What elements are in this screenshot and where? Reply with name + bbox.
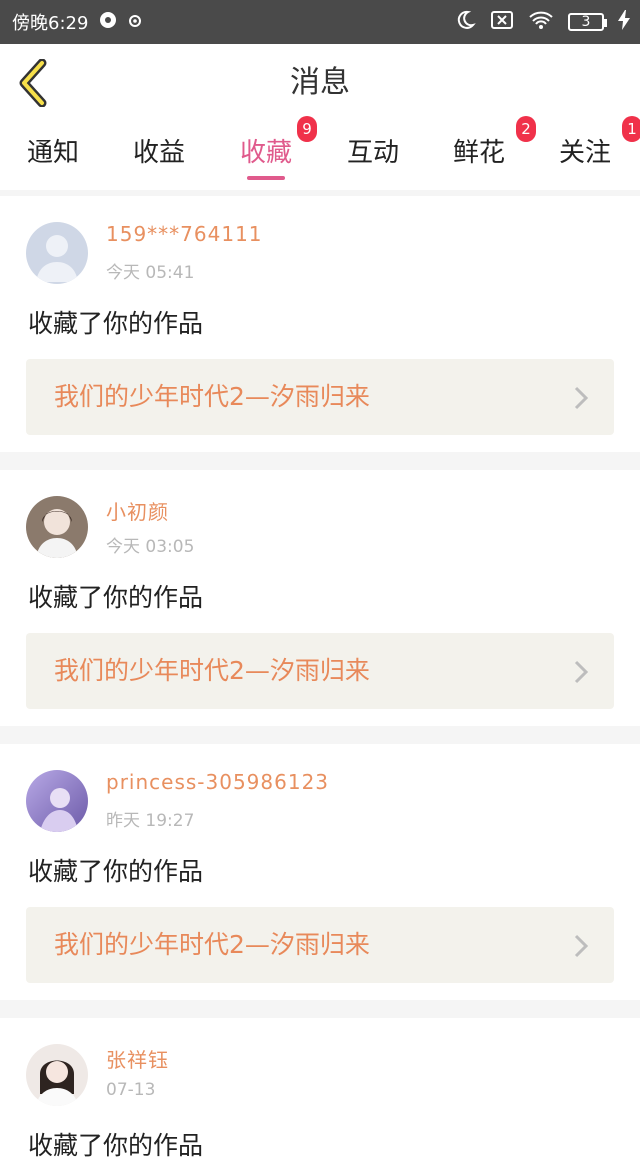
work-title: 我们的少年时代2—汐雨归来: [54, 656, 370, 685]
message-card: 小初颜 今天 03:05 收藏了你的作品 我们的少年时代2—汐雨归来: [0, 470, 640, 726]
action-text: 收藏了你的作品: [28, 1131, 204, 1158]
work-link[interactable]: 我们的少年时代2—汐雨归来: [26, 907, 614, 983]
tab-label: 收藏: [239, 138, 292, 168]
username[interactable]: 张祥钰: [106, 1044, 169, 1073]
status-time: 傍晚6:29: [12, 13, 89, 34]
avatar[interactable]: [26, 1044, 88, 1106]
back-button[interactable]: [14, 58, 54, 108]
work-title: 我们的少年时代2—汐雨归来: [54, 382, 370, 411]
sim-off-icon: [490, 10, 514, 35]
tab-label: 收益: [132, 138, 185, 168]
music-icon: [98, 10, 118, 35]
timestamp: 07-13: [106, 1080, 156, 1100]
tab-label: 鲜花: [452, 138, 505, 168]
tab-label: 关注: [558, 138, 611, 168]
tab-label: 互动: [346, 138, 399, 168]
tab-earnings[interactable]: 收益: [106, 122, 212, 190]
header: 消息: [0, 44, 640, 123]
action-text: 收藏了你的作品: [28, 309, 204, 338]
chevron-right-icon: [574, 934, 589, 958]
tab-interactions[interactable]: 互动: [320, 122, 426, 190]
message-card: 159***764111 今天 05:41 收藏了你的作品 我们的少年时代2—汐…: [0, 196, 640, 452]
battery-icon: 3: [568, 13, 607, 31]
tab-favorites[interactable]: 收藏 9: [213, 116, 319, 190]
action-text: 收藏了你的作品: [28, 583, 204, 612]
message-card: 张祥钰 07-13 收藏了你的作品: [0, 1018, 640, 1158]
tab-bar: 通知 收益 收藏 9 互动 鲜花 2 关注 1: [0, 116, 640, 190]
work-title: 我们的少年时代2—汐雨归来: [54, 930, 370, 959]
charging-icon: [618, 9, 630, 35]
status-bar: 傍晚6:29 3: [0, 0, 640, 44]
notification-icon: [128, 12, 142, 33]
work-link[interactable]: 我们的少年时代2—汐雨归来: [26, 633, 614, 709]
timestamp: 今天 03:05: [106, 537, 195, 557]
avatar[interactable]: [26, 222, 88, 284]
tab-notifications[interactable]: 通知: [0, 122, 106, 190]
username[interactable]: princess-305986123: [106, 770, 329, 794]
chevron-left-icon: [19, 59, 47, 107]
page-title: 消息: [290, 65, 350, 100]
avatar[interactable]: [26, 770, 88, 832]
action-text: 收藏了你的作品: [28, 857, 204, 886]
active-tab-indicator: [247, 176, 285, 180]
moon-icon: [454, 9, 476, 36]
timestamp: 昨天 19:27: [106, 811, 195, 831]
battery-level: 3: [581, 14, 591, 30]
username[interactable]: 159***764111: [106, 222, 263, 246]
avatar[interactable]: [26, 496, 88, 558]
timestamp: 今天 05:41: [106, 263, 195, 283]
chevron-right-icon: [574, 386, 589, 410]
tab-label: 通知: [26, 138, 79, 168]
work-link[interactable]: 我们的少年时代2—汐雨归来: [26, 359, 614, 435]
username[interactable]: 小初颜: [106, 496, 169, 525]
chevron-right-icon: [574, 660, 589, 684]
tab-flowers[interactable]: 鲜花 2: [426, 116, 536, 190]
tab-following[interactable]: 关注 1: [532, 116, 640, 190]
tab-badge: 9: [297, 116, 317, 142]
tab-badge: 1: [622, 116, 640, 142]
wifi-icon: [528, 10, 554, 35]
message-card: princess-305986123 昨天 19:27 收藏了你的作品 我们的少…: [0, 744, 640, 1000]
